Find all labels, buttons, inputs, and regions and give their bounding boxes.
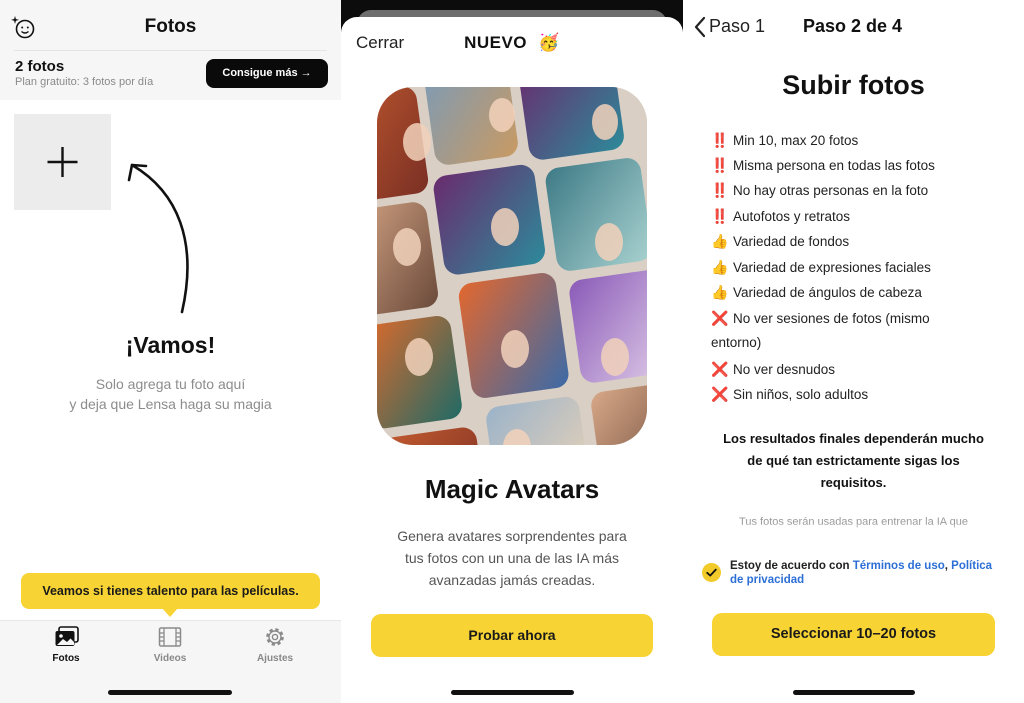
requirement-item: 👍 Variedad de expresiones faciales — [711, 259, 931, 276]
fade-overlay — [683, 524, 1024, 550]
requirement-item: 👍 Variedad de fondos — [711, 233, 849, 250]
feature-description-line: Genera avatares sorprendentes para — [397, 528, 627, 544]
photos-icon — [55, 626, 79, 646]
requirement-text: Sin niños, solo adultos — [733, 387, 869, 402]
headline: ¡Vamos! — [125, 332, 216, 358]
double-exclamation-icon: ‼️ — [711, 182, 729, 198]
privacy-link[interactable]: Política — [951, 560, 992, 572]
feature-title: Magic Avatars — [424, 474, 600, 504]
cross-mark-icon: ❌ — [711, 361, 729, 377]
select-photos-button[interactable]: Seleccionar 10–20 fotos — [712, 613, 995, 656]
try-now-button[interactable]: Probar ahora — [371, 614, 653, 657]
requirement-text: Variedad de ángulos de cabeza — [733, 285, 922, 300]
tab-label: Ajustes — [256, 653, 294, 664]
results-note-line: requisitos. — [820, 475, 887, 490]
upload-photos-screen: Paso 1 Paso 2 de 4 Subir fotos ‼️ Min 10,… — [683, 0, 1024, 703]
chevron-left-icon[interactable] — [693, 16, 707, 38]
feature-description-line: tus fotos con un una de las IA más — [404, 550, 620, 566]
tab-label: Fotos — [52, 653, 80, 664]
home-indicator — [793, 690, 915, 695]
header-title: NUEVO 🥳 — [341, 33, 683, 53]
divider — [14, 50, 327, 51]
requirement-item: 👍 Variedad de ángulos de cabeza — [711, 284, 922, 301]
requirement-text: No ver sesiones de fotos (mismo — [733, 311, 930, 326]
agree-checkbox[interactable] — [702, 563, 721, 582]
requirement-text: Variedad de fondos — [733, 234, 850, 249]
tab-ajustes[interactable]: Ajustes — [245, 625, 305, 665]
agreement-text: Estoy de acuerdo con Términos de uso, Po… — [730, 559, 992, 587]
requirement-text: No ver desnudos — [733, 362, 836, 377]
header-title-text: NUEVO — [464, 33, 528, 52]
thumbs-up-icon: 👍 — [711, 284, 729, 300]
plan-text: Plan gratuito: 3 fotos por día — [15, 76, 154, 88]
tab-fotos[interactable]: Fotos — [36, 625, 96, 665]
photo-count: 2 fotos — [15, 58, 65, 75]
avatar-collage — [377, 87, 647, 445]
privacy-link[interactable]: de privacidad — [730, 574, 804, 586]
requirement-item: ‼️ Misma persona en todas las fotos — [711, 157, 935, 174]
plus-icon — [47, 147, 78, 177]
requirement-text-continued: entorno) — [711, 335, 762, 350]
terms-link[interactable]: Términos de uso — [853, 560, 945, 572]
agree-prefix: Estoy de acuerdo con — [730, 560, 850, 572]
tooltip: Veamos si tienes talento para las pelícu… — [21, 573, 320, 609]
requirement-text: Misma persona en todas las fotos — [733, 158, 935, 173]
subtitle-line: y deja que Lensa haga su magia — [69, 396, 272, 412]
results-note-line: de qué tan estrictamente sigas los — [747, 453, 960, 468]
tab-label: Videos — [153, 653, 187, 664]
party-face-icon: 🥳 — [538, 33, 560, 52]
feature-description-line: avanzadas jamás creadas. — [428, 572, 596, 588]
curved-arrow-icon — [127, 163, 189, 314]
thumbs-up-icon: 👍 — [711, 259, 729, 275]
gear-icon — [266, 628, 284, 646]
results-note-line: Los resultados finales dependerán mucho — [723, 431, 984, 446]
double-exclamation-icon: ‼️ — [711, 208, 729, 224]
magic-avatars-screen: Cerrar NUEVO 🥳 Magic Avatars Genera avat… — [341, 0, 683, 703]
tooltip-pointer — [162, 608, 178, 617]
back-button[interactable]: Paso 1 — [709, 16, 765, 37]
thumbs-up-icon: 👍 — [711, 233, 729, 249]
requirement-item: ‼️ Min 10, max 20 fotos — [711, 132, 858, 149]
step-title: Paso 2 de 4 — [803, 16, 903, 36]
avatar-collage-image — [377, 87, 647, 445]
add-photo-button[interactable] — [14, 114, 111, 210]
photos-screen: Fotos 2 fotos Plan gratuito: 3 fotos por… — [0, 0, 341, 703]
requirement-text: No hay otras personas en la foto — [733, 183, 929, 198]
requirement-item: ❌ No ver sesiones de fotos (mismo — [711, 310, 930, 327]
cross-mark-icon: ❌ — [711, 386, 729, 402]
subtitle-line: Solo agrega tu foto aquí — [95, 376, 246, 392]
requirement-item: ❌ Sin niños, solo adultos — [711, 386, 868, 403]
page-title: Subir fotos — [782, 70, 925, 100]
requirement-text: Variedad de expresiones faciales — [733, 260, 931, 275]
film-icon — [158, 627, 182, 647]
requirement-text: Autofotos y retratos — [733, 209, 851, 224]
cross-mark-icon: ❌ — [711, 310, 729, 326]
requirement-item: ‼️ No hay otras personas en la foto — [711, 182, 928, 199]
requirement-text: Min 10, max 20 fotos — [733, 133, 859, 148]
checkmark-icon — [706, 568, 717, 577]
tab-videos[interactable]: Videos — [140, 625, 200, 665]
double-exclamation-icon: ‼️ — [711, 132, 729, 148]
comma: , — [944, 560, 948, 572]
requirement-item: ❌ No ver desnudos — [711, 361, 835, 378]
requirement-item: ‼️ Autofotos y retratos — [711, 208, 850, 225]
home-indicator — [451, 690, 574, 695]
page-title: Fotos — [144, 16, 197, 37]
get-more-button[interactable]: Consigue más → — [206, 59, 328, 88]
home-indicator — [108, 690, 232, 695]
double-exclamation-icon: ‼️ — [711, 157, 729, 173]
